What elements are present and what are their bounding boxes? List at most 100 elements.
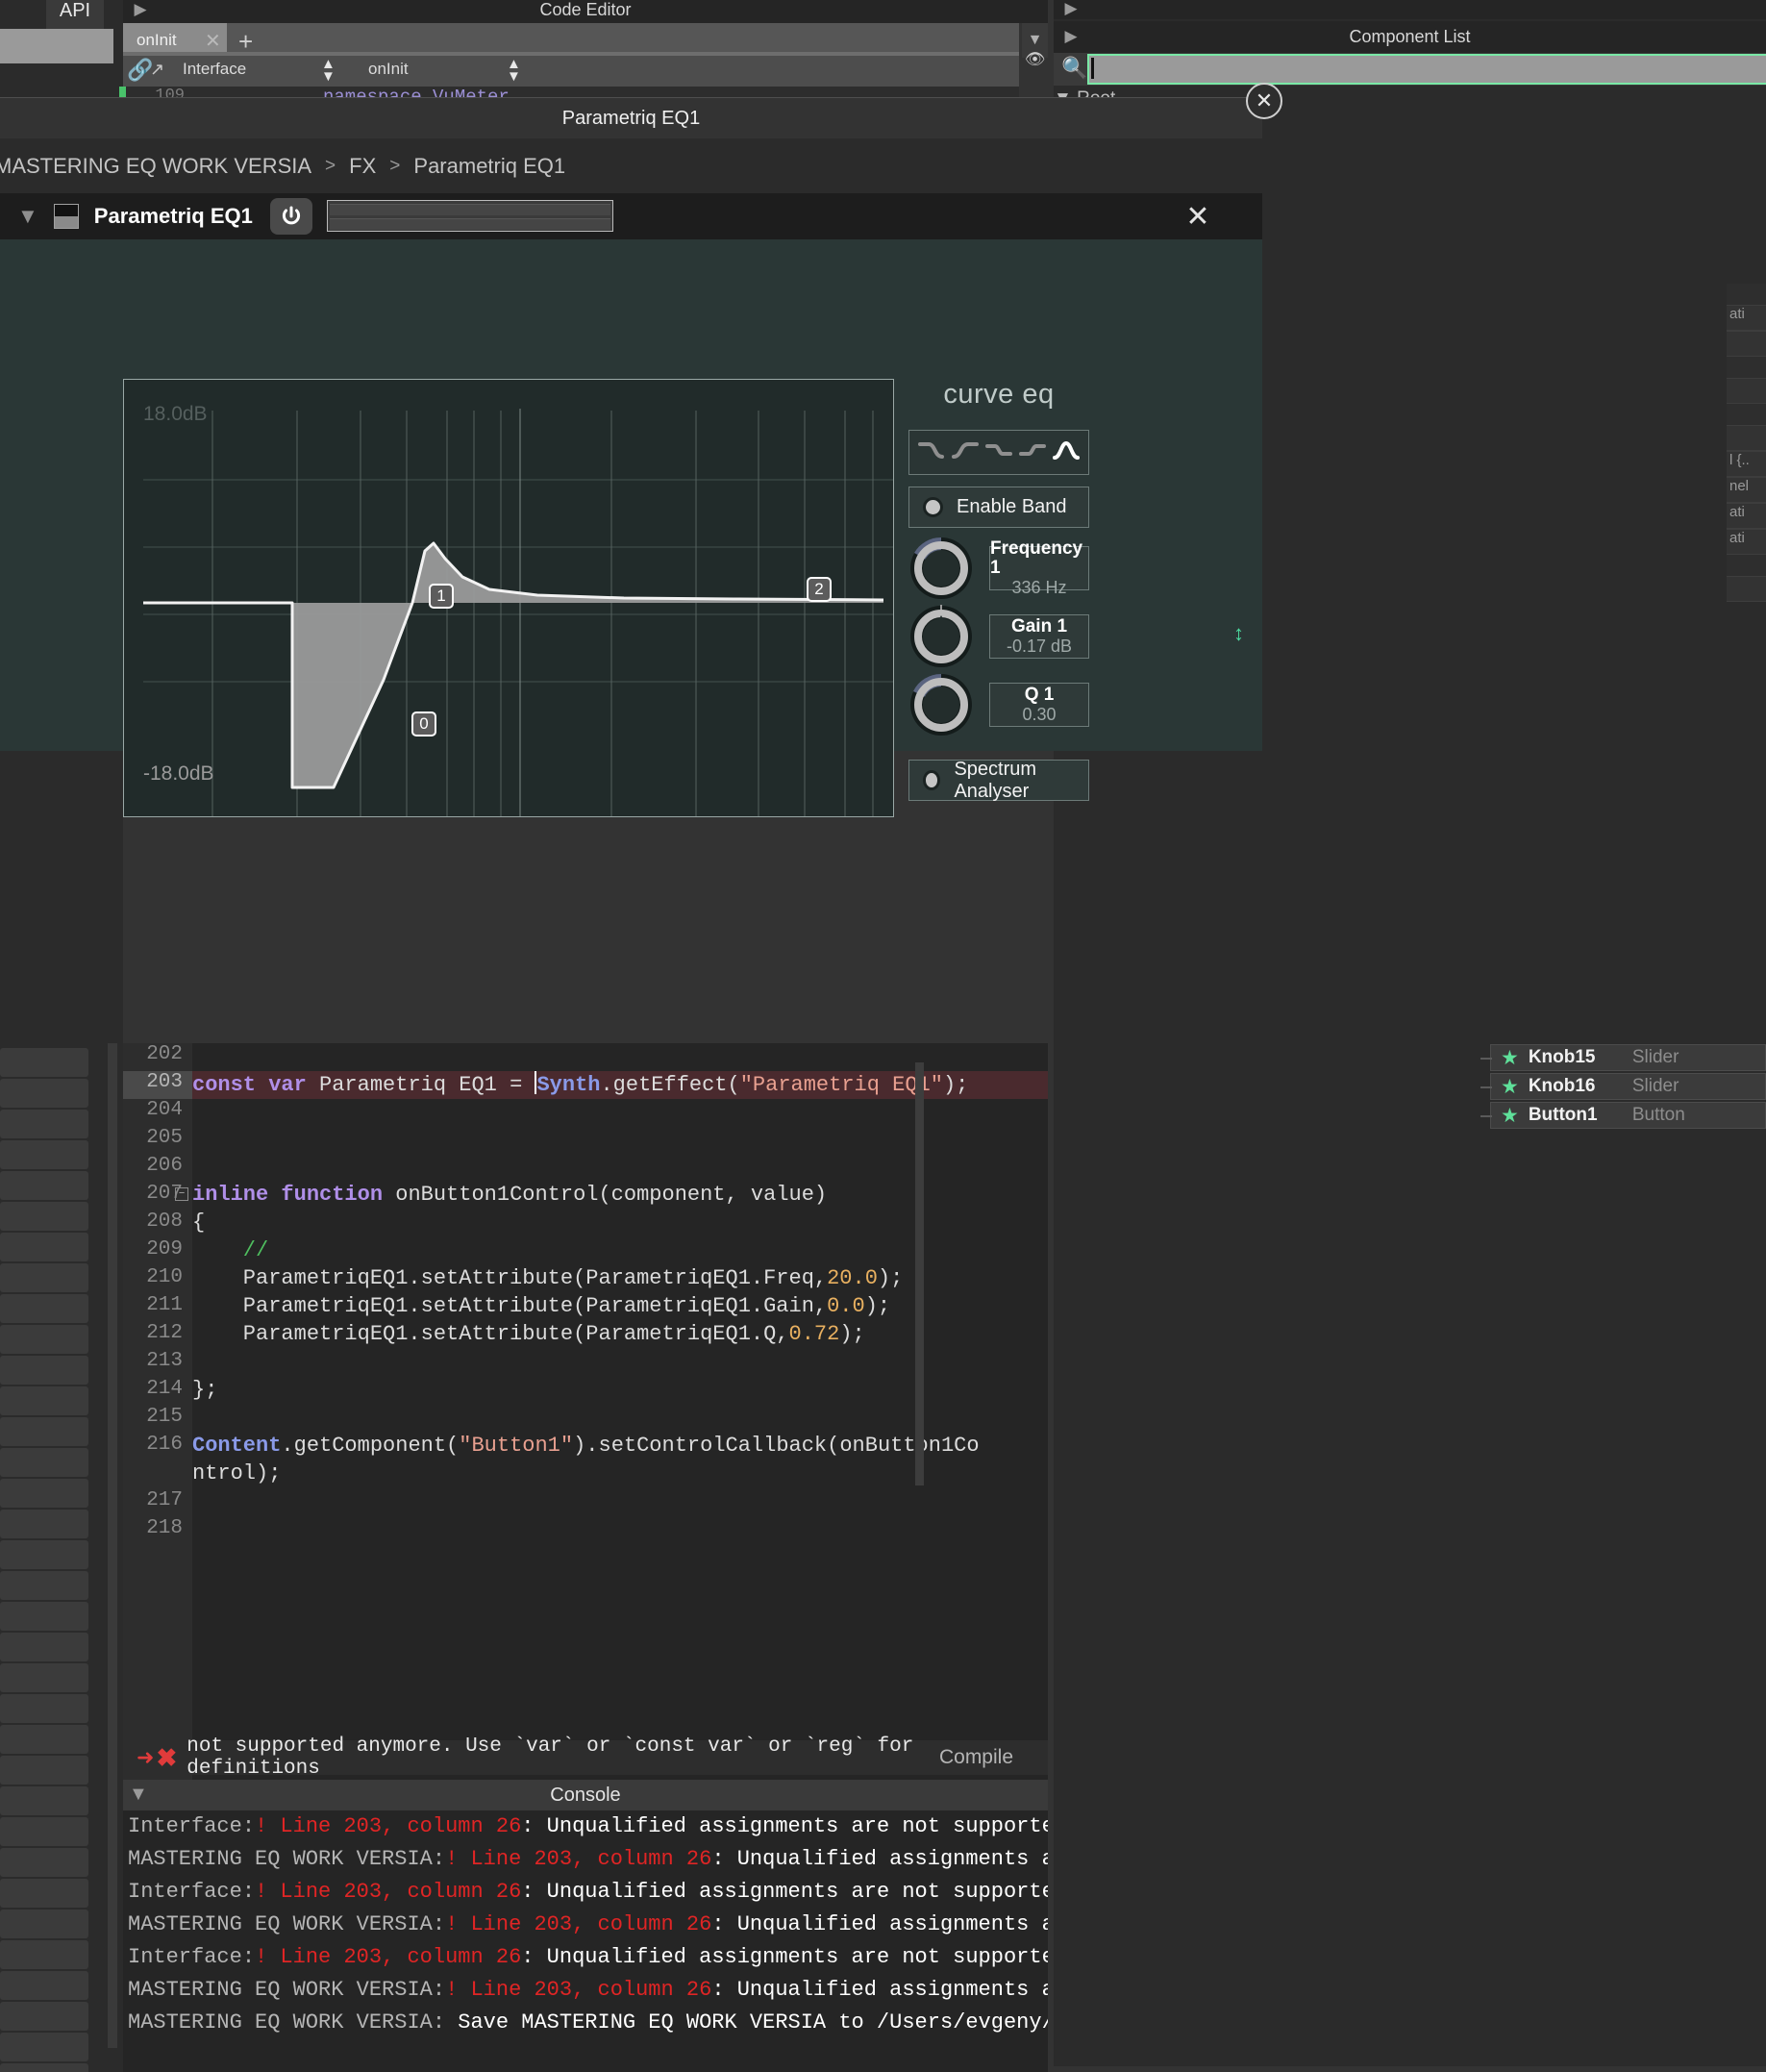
gain-readout[interactable]: Gain 1 -0.17 dB	[989, 614, 1089, 659]
play-icon[interactable]: ▶	[1057, 0, 1084, 21]
list-item[interactable]: ★ Knob15 Slider	[1490, 1044, 1766, 1071]
search-input[interactable]	[1087, 54, 1766, 85]
list-item[interactable]	[0, 1263, 88, 1292]
list-item[interactable]	[0, 1356, 88, 1385]
frequency-knob[interactable]	[908, 536, 974, 601]
play-icon[interactable]: ▶	[127, 0, 154, 23]
play-icon[interactable]: ▶	[1057, 23, 1084, 50]
list-item[interactable]	[0, 1879, 88, 1908]
tree-row[interactable]	[1727, 425, 1766, 451]
list-item[interactable]	[0, 1386, 88, 1415]
filter-shape-high-shelf-icon[interactable]	[1018, 439, 1046, 465]
enable-band-toggle[interactable]: Enable Band	[908, 487, 1089, 528]
list-item[interactable]	[0, 1448, 88, 1477]
list-item[interactable]	[0, 2033, 88, 2061]
list-item[interactable]	[0, 1048, 88, 1077]
eye-icon[interactable]: 👁	[1022, 46, 1048, 73]
list-item[interactable]	[0, 1602, 88, 1631]
list-item[interactable]	[0, 1940, 88, 1969]
list-item[interactable]	[0, 1971, 88, 2000]
list-item[interactable]	[0, 1417, 88, 1446]
list-item[interactable]	[0, 1725, 88, 1754]
tree-row[interactable]: nel	[1727, 477, 1766, 503]
list-item[interactable]	[0, 1910, 88, 1938]
external-link-icon[interactable]: ↗	[150, 60, 164, 80]
resize-handle-icon[interactable]: ↕	[1233, 621, 1244, 646]
band-marker-0[interactable]: 0	[411, 711, 436, 736]
power-icon[interactable]	[270, 198, 312, 235]
q-knob[interactable]	[908, 672, 974, 737]
breadcrumb-item-project[interactable]: MASTERING EQ WORK VERSIA	[0, 154, 311, 179]
tree-row[interactable]: ati	[1727, 503, 1766, 529]
eq-title: curve eq	[943, 379, 1055, 410]
list-item[interactable]	[0, 2063, 88, 2072]
console-output[interactable]: Interface:! Line 203, column 26: Unquali…	[123, 1810, 1048, 2072]
q-readout[interactable]: Q 1 0.30	[989, 683, 1089, 727]
list-item[interactable]	[0, 1540, 88, 1569]
triangle-down-icon[interactable]: ▼	[129, 1784, 148, 1806]
code-line[interactable]: 217	[146, 1489, 1048, 1517]
triangle-down-icon[interactable]: ▼	[17, 204, 38, 229]
list-item[interactable]	[0, 1510, 88, 1538]
eq-graph[interactable]: 18.0dB -18.0dB 1 2 0	[123, 379, 894, 817]
compile-button[interactable]: Compile	[939, 1746, 1013, 1769]
list-item[interactable]	[0, 1817, 88, 1846]
filter-shape-low-shelf-icon[interactable]	[984, 439, 1012, 465]
editor-vertical-scrollbar[interactable]	[915, 1062, 924, 1485]
gain-knob[interactable]	[908, 604, 974, 669]
component-tree[interactable]: ati l {.. nel ati ati	[1727, 284, 1766, 602]
fold-icon[interactable]: −	[175, 1187, 188, 1201]
close-icon[interactable]: ✕	[1246, 83, 1282, 119]
band-marker-2[interactable]: 2	[807, 577, 832, 602]
list-item[interactable]: ★ Button1 Button	[1490, 1102, 1766, 1129]
editor-scrollbar-left[interactable]	[108, 1043, 117, 2048]
filter-shape-low-pass-icon[interactable]	[918, 439, 945, 465]
list-item[interactable]	[0, 1233, 88, 1261]
list-item[interactable]	[0, 1079, 88, 1108]
list-item[interactable]	[0, 1110, 88, 1138]
scope-selector-label[interactable]: Interface	[183, 60, 246, 79]
list-item[interactable]	[0, 1479, 88, 1508]
list-item[interactable]	[0, 1140, 88, 1169]
left-component-strip[interactable]	[0, 1048, 88, 2072]
code-line[interactable]: 218	[146, 1517, 1048, 1545]
close-icon[interactable]: ✕	[1181, 199, 1215, 234]
function-stepper-icon[interactable]: ▲ ▼	[507, 57, 521, 83]
tree-row[interactable]: ati	[1727, 529, 1766, 555]
close-icon[interactable]: ✕	[205, 29, 221, 53]
list-item[interactable]	[0, 1633, 88, 1661]
tree-row[interactable]: l {..	[1727, 451, 1766, 477]
list-item[interactable]	[0, 1848, 88, 1877]
tree-row[interactable]	[1727, 378, 1766, 404]
list-item[interactable]	[0, 1663, 88, 1692]
filter-shape-peak-icon[interactable]	[1052, 439, 1080, 465]
code-token: };	[192, 1378, 218, 1402]
list-item[interactable]	[0, 1786, 88, 1815]
code-token: 0.72	[788, 1322, 840, 1346]
list-item[interactable]	[0, 1571, 88, 1600]
tree-row[interactable]	[1727, 331, 1766, 357]
scope-stepper-icon[interactable]: ▲ ▼	[321, 57, 336, 83]
list-item[interactable]	[0, 1694, 88, 1723]
line-number: 205	[146, 1127, 183, 1149]
list-item[interactable]: ★ Knob16 Slider	[1490, 1073, 1766, 1100]
list-item[interactable]	[0, 1294, 88, 1323]
list-item[interactable]	[0, 2002, 88, 2031]
spectrum-analyser-toggle[interactable]: Spectrum Analyser	[908, 759, 1089, 802]
filter-shape-selector[interactable]	[908, 430, 1089, 475]
list-item[interactable]	[0, 1756, 88, 1785]
code-token: .getEffect(	[600, 1073, 740, 1097]
function-selector-label[interactable]: onInit	[368, 60, 409, 79]
breadcrumb-item-fx[interactable]: FX	[349, 154, 376, 179]
list-item[interactable]	[0, 1171, 88, 1200]
list-item[interactable]	[0, 1325, 88, 1354]
tree-row[interactable]: ati	[1727, 305, 1766, 331]
frequency-readout[interactable]: Frequency 1 336 Hz	[989, 538, 1089, 597]
list-item[interactable]	[0, 1202, 88, 1231]
tree-row[interactable]	[1727, 576, 1766, 602]
editor-nav-row	[123, 56, 1019, 87]
filter-shape-high-pass-icon[interactable]	[952, 439, 980, 465]
api-tab[interactable]: API	[46, 0, 104, 29]
breadcrumb-item-effect[interactable]: Parametriq EQ1	[413, 154, 565, 179]
band-marker-1[interactable]: 1	[429, 584, 454, 609]
